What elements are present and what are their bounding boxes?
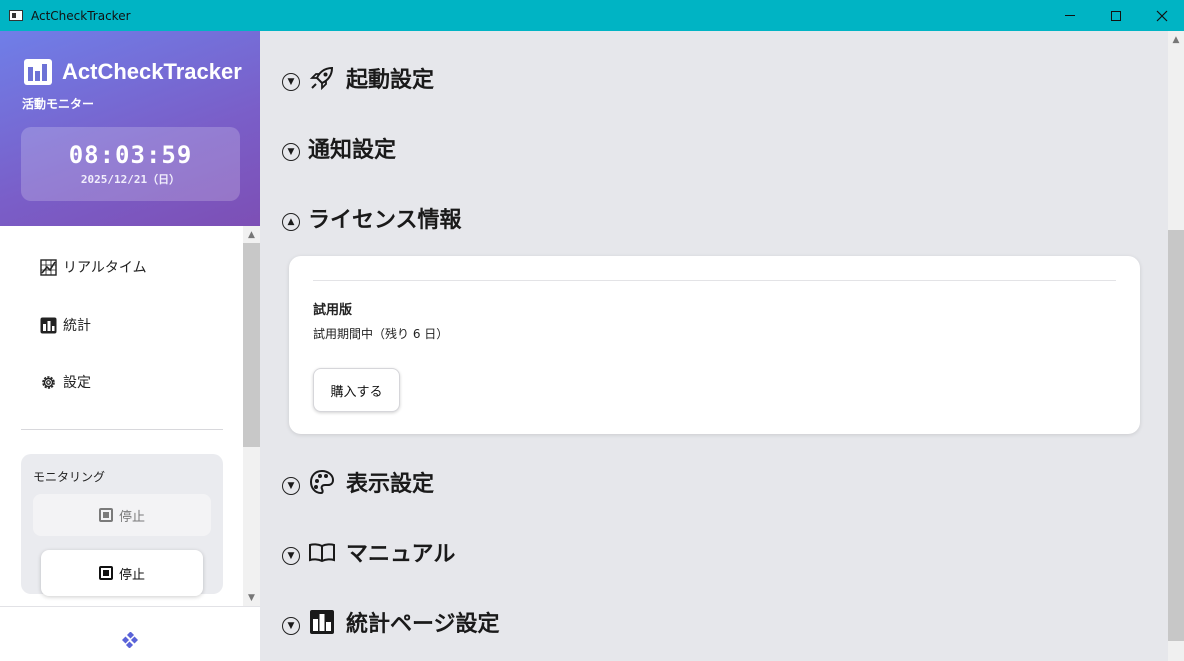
- nav-divider: [21, 429, 223, 430]
- bar-chart-icon: [40, 317, 57, 334]
- section-title-notifications: 通知設定: [308, 138, 397, 163]
- section-license[interactable]: ▲ ライセンス情報: [282, 202, 462, 234]
- stop-disabled-label: 停止: [118, 509, 145, 525]
- nav-label-realtime: リアルタイム: [63, 260, 147, 276]
- stop-button[interactable]: 停止: [41, 550, 203, 596]
- rocket-icon: [308, 65, 336, 91]
- scroll-up-icon[interactable]: ▲: [243, 226, 260, 243]
- main-scrollbar[interactable]: ▲: [1168, 31, 1184, 661]
- license-trial-status: 試用期間中（残り 6 日）: [313, 327, 449, 341]
- section-startup[interactable]: ▼ 起動設定: [282, 62, 434, 94]
- stop-icon: [98, 566, 113, 580]
- chart-grid-icon: [40, 258, 57, 276]
- clock-panel: 08:03:59 2025/12/21（日）: [21, 127, 240, 201]
- brand-name: ActCheckTracker: [62, 59, 242, 84]
- maximize-icon: [1111, 10, 1121, 21]
- main-scroll-thumb[interactable]: [1168, 230, 1184, 641]
- chevron-down-icon[interactable]: ▼: [282, 617, 300, 635]
- brand: ActCheckTracker: [24, 59, 242, 85]
- title-bar: ActCheckTracker: [0, 0, 1184, 31]
- book-icon: [308, 539, 336, 565]
- section-title-license: ライセンス情報: [308, 208, 462, 233]
- minimize-button[interactable]: [1047, 0, 1093, 31]
- palette-icon: [308, 469, 336, 495]
- section-title-startup: 起動設定: [346, 68, 435, 93]
- sidebar-footer: [0, 606, 260, 661]
- minimize-icon: [1065, 15, 1075, 16]
- license-panel: 試用版 試用期間中（残り 6 日） 購入する: [289, 256, 1140, 434]
- maximize-button[interactable]: [1093, 0, 1139, 31]
- section-title-stats-page: 統計ページ設定: [346, 612, 500, 637]
- nav-item-realtime[interactable]: リアルタイム: [40, 257, 147, 277]
- section-title-manual: マニュアル: [346, 542, 456, 567]
- settings-content: ▼ 起動設定 ▼ 通知設定 ▲ ライセンス情報 試用版 試用期間中（残り 6 日…: [260, 31, 1168, 661]
- window-title: ActCheckTracker: [31, 8, 131, 23]
- chevron-up-icon[interactable]: ▲: [282, 213, 300, 231]
- section-title-display: 表示設定: [346, 472, 435, 497]
- section-stats-page[interactable]: ▼ 統計ページ設定: [282, 606, 500, 638]
- sidebar-scrollbar[interactable]: ▲ ▼: [243, 226, 260, 606]
- chevron-down-icon[interactable]: ▼: [282, 477, 300, 495]
- clock-time: 08:03:59: [68, 141, 193, 169]
- sidebar-header: ActCheckTracker 活動モニター 08:03:59 2025/12/…: [0, 31, 260, 226]
- close-icon: [1156, 10, 1168, 21]
- nav-label-settings: 設定: [63, 375, 91, 391]
- close-button[interactable]: [1139, 0, 1184, 31]
- chevron-down-icon[interactable]: ▼: [282, 547, 300, 565]
- chevron-down-icon[interactable]: ▼: [282, 73, 300, 91]
- section-manual[interactable]: ▼ マニュアル: [282, 536, 455, 568]
- monitoring-panel: モニタリング 停止 停止: [21, 454, 223, 596]
- license-divider: [313, 280, 1116, 281]
- gear-icon: [40, 374, 57, 391]
- nav-item-stats[interactable]: 統計: [40, 315, 91, 335]
- app-icon: [9, 10, 23, 21]
- monitoring-title: モニタリング: [33, 470, 106, 484]
- license-edition: 試用版: [313, 303, 353, 318]
- clock-date: 2025/12/21（日）: [80, 173, 181, 186]
- nav-label-stats: 統計: [63, 318, 91, 334]
- bar-chart-icon: [308, 609, 336, 635]
- section-display[interactable]: ▼ 表示設定: [282, 466, 434, 498]
- chevron-down-icon[interactable]: ▼: [282, 143, 300, 161]
- app-logo-icon: [24, 59, 52, 85]
- sidebar: ActCheckTracker 活動モニター 08:03:59 2025/12/…: [0, 31, 260, 661]
- diamond-tiles-icon[interactable]: [122, 632, 138, 648]
- scroll-down-icon[interactable]: ▼: [243, 589, 260, 606]
- stop-icon: [98, 508, 113, 522]
- scroll-up-icon[interactable]: ▲: [1168, 33, 1184, 47]
- brand-subtitle: 活動モニター: [22, 97, 95, 111]
- stop-label: 停止: [118, 567, 145, 583]
- sidebar-nav-area: リアルタイム 統計 設定 モニタリング 停止 停止: [0, 226, 260, 606]
- sidebar-scroll-thumb[interactable]: [243, 243, 260, 447]
- stop-button-disabled[interactable]: 停止: [33, 494, 211, 536]
- section-notifications[interactable]: ▼ 通知設定: [282, 132, 396, 164]
- nav-item-settings[interactable]: 設定: [40, 372, 91, 392]
- buy-button[interactable]: 購入する: [313, 368, 400, 412]
